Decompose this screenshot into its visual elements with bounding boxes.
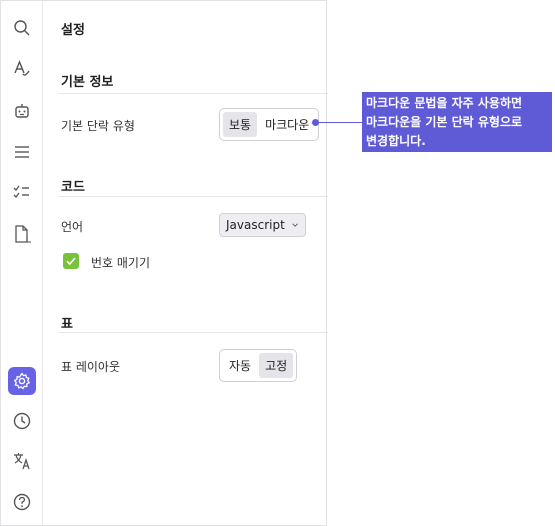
callout-text-line: 변경합니다.: [366, 134, 426, 148]
language-select[interactable]: Javascript: [219, 213, 306, 237]
table-layout-label: 표 레이아웃: [61, 360, 121, 374]
search-icon: [14, 20, 30, 36]
checkmark-icon: [66, 257, 76, 266]
paragraph-type-option-markdown[interactable]: 마크다운: [259, 112, 315, 137]
settings-panel: 설정 기본 정보 기본 단락 유형 보통 마크다운 코드 언어 Javascri…: [43, 1, 328, 525]
callout-text-line: 마크다운 문법을 자주 사용하면: [366, 96, 523, 110]
table-layout-toggle: 자동 고정: [219, 349, 298, 382]
document-icon: [15, 225, 31, 243]
ai-assistant-button[interactable]: [8, 97, 36, 125]
sidebar-rail: [1, 1, 43, 525]
translate-button[interactable]: [8, 447, 36, 475]
settings-button[interactable]: [8, 367, 36, 395]
checklist-button[interactable]: [8, 178, 36, 206]
callout-text-line: 마크다운을 기본 단락 유형으로: [366, 115, 523, 129]
translate-icon: [14, 453, 30, 470]
paragraph-type-label: 기본 단락 유형: [61, 119, 135, 133]
section-divider: [59, 93, 328, 94]
table-layout-option-auto[interactable]: 자동: [223, 353, 257, 378]
table-layout-option-fixed[interactable]: 고정: [259, 353, 294, 378]
outline-button[interactable]: [8, 138, 36, 166]
history-button[interactable]: [8, 407, 36, 435]
checklist-icon: [13, 185, 29, 198]
section-divider: [59, 332, 328, 333]
document-button[interactable]: [8, 220, 36, 248]
callout-connector: [316, 122, 362, 123]
line-numbers-label: 번호 매기기: [91, 256, 151, 270]
paragraph-type-option-normal[interactable]: 보통: [223, 112, 258, 137]
settings-window: 설정 기본 정보 기본 단락 유형 보통 마크다운 코드 언어 Javascri…: [0, 0, 328, 526]
section-divider: [59, 196, 328, 197]
search-button[interactable]: [8, 14, 36, 42]
language-select-value: Javascript: [226, 218, 285, 232]
menu-lines-icon: [15, 146, 29, 158]
spellcheck-icon: [14, 60, 30, 76]
settings-gear-icon: [13, 372, 31, 390]
markdown-tip-callout: 마크다운 문법을 자주 사용하면 마크다운을 기본 단락 유형으로 변경합니다.: [362, 92, 552, 152]
language-label: 언어: [61, 220, 84, 234]
code-section-title: 코드: [61, 180, 85, 195]
callout-anchor-dot: [312, 119, 319, 126]
table-section-title: 표: [61, 317, 73, 332]
basic-section-title: 기본 정보: [61, 75, 114, 90]
chevron-down-icon: [292, 223, 298, 227]
spellcheck-button[interactable]: [8, 55, 36, 83]
clock-icon: [13, 412, 31, 430]
robot-icon: [15, 104, 29, 118]
paragraph-type-toggle: 보통 마크다운: [219, 108, 320, 141]
page-title: 설정: [61, 23, 85, 38]
help-button[interactable]: [8, 488, 36, 516]
line-numbers-checkbox[interactable]: [63, 253, 79, 269]
help-icon: [13, 493, 31, 511]
